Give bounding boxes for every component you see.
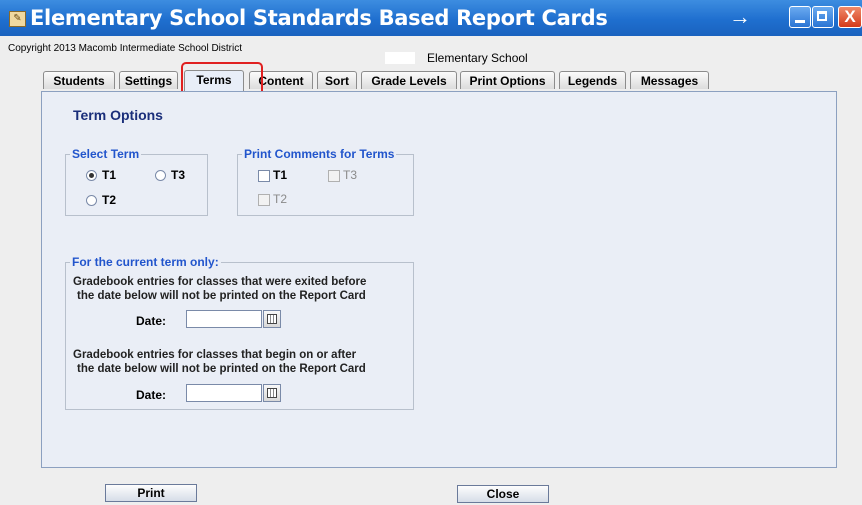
right-arrow-icon[interactable]: →	[722, 6, 758, 29]
tab-print-options[interactable]: Print Options	[460, 71, 555, 89]
close-window-button[interactable]: X	[838, 6, 862, 28]
checkbox-comment-t2[interactable]	[258, 194, 270, 206]
tab-settings[interactable]: Settings	[119, 71, 178, 89]
tab-legends[interactable]: Legends	[559, 71, 626, 89]
close-button[interactable]: Close	[457, 485, 549, 503]
begin-text-line-2: the date below will not be printed on th…	[77, 363, 366, 375]
radio-t2[interactable]	[86, 195, 97, 206]
title-bar: ✎ Elementary School Standards Based Repo…	[0, 0, 862, 36]
checkbox-comment-t1-label: T1	[273, 168, 288, 182]
copyright-text: Copyright 2013 Macomb Intermediate Schoo…	[8, 43, 242, 54]
radio-t1-label: T1	[102, 168, 117, 182]
exited-date-label: Date:	[136, 314, 167, 328]
checkbox-comment-t3[interactable]	[328, 170, 340, 182]
checkbox-comment-t1[interactable]	[258, 170, 270, 182]
current-term-legend: For the current term only:	[70, 255, 221, 269]
begin-calendar-icon[interactable]	[263, 384, 281, 402]
radio-t2-label: T2	[102, 193, 117, 207]
tab-grade-levels[interactable]: Grade Levels	[361, 71, 457, 89]
tab-sort[interactable]: Sort	[317, 71, 357, 89]
exited-calendar-icon[interactable]	[263, 310, 281, 328]
begin-date-input[interactable]	[186, 384, 262, 402]
school-name: Elementary School	[427, 51, 528, 65]
redacted-school-name	[385, 52, 415, 64]
tab-students[interactable]: Students	[43, 71, 115, 89]
begin-date-label: Date:	[136, 388, 167, 402]
app-icon: ✎	[9, 11, 26, 27]
tab-messages[interactable]: Messages	[630, 71, 709, 89]
exited-text-line-1: Gradebook entries for classes that were …	[73, 276, 367, 288]
exited-text-line-2: the date below will not be printed on th…	[77, 290, 366, 302]
begin-text-line-1: Gradebook entries for classes that begin…	[73, 349, 357, 361]
radio-t1[interactable]	[86, 170, 97, 181]
select-term-legend: Select Term	[70, 147, 142, 161]
print-comments-group: Print Comments for Terms	[237, 147, 414, 216]
section-title: Term Options	[73, 107, 163, 123]
checkbox-comment-t3-label: T3	[343, 168, 358, 182]
maximize-button[interactable]	[812, 6, 834, 28]
select-term-group: Select Term	[65, 147, 208, 216]
minimize-button[interactable]	[789, 6, 811, 28]
radio-t3-label: T3	[171, 168, 186, 182]
close-icon: X	[844, 7, 856, 26]
print-comments-legend: Print Comments for Terms	[242, 147, 397, 161]
checkbox-comment-t2-label: T2	[273, 192, 288, 206]
print-button[interactable]: Print	[105, 484, 197, 502]
radio-t3[interactable]	[155, 170, 166, 181]
exited-date-input[interactable]	[186, 310, 262, 328]
window-title: Elementary School Standards Based Report…	[30, 6, 608, 30]
